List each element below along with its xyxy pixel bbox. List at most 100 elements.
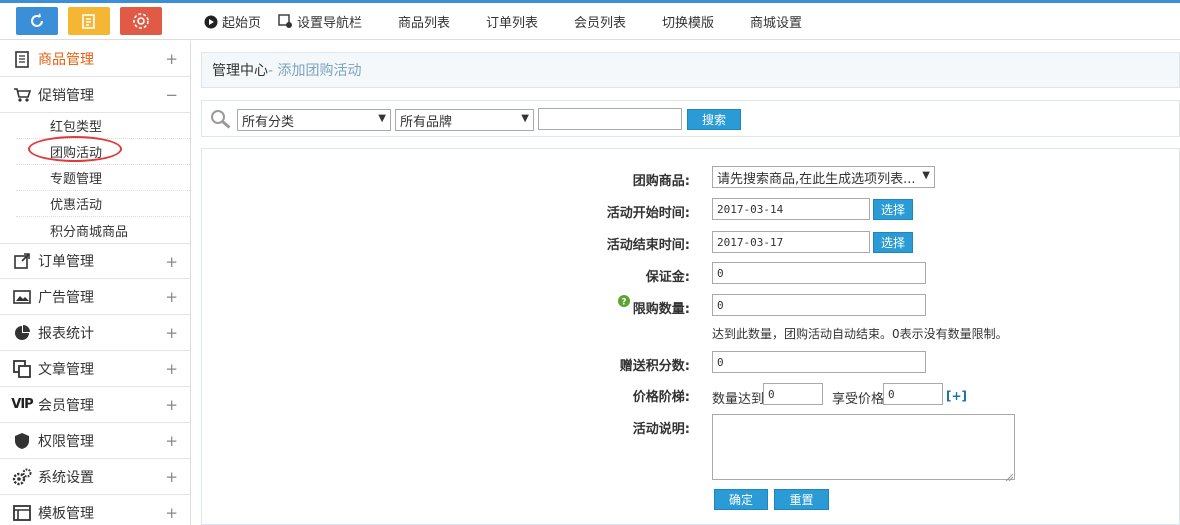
template-icon — [12, 503, 32, 523]
limit-input[interactable]: 0 — [712, 294, 926, 316]
qty-input[interactable]: 0 — [763, 383, 823, 405]
expand-icon[interactable]: + — [165, 504, 178, 522]
nav-goods-list[interactable]: 商品列表 — [398, 3, 486, 40]
sub-group-buy-label: 团购活动 — [50, 146, 103, 161]
nav-member-list[interactable]: 会员列表 — [574, 3, 662, 40]
expand-icon[interactable]: + — [165, 324, 178, 342]
sub-discount[interactable]: 优惠活动 — [16, 191, 190, 217]
menu-articles[interactable]: 文章管理 + — [0, 351, 190, 387]
end-time-input[interactable]: 2017-03-17 — [712, 231, 870, 253]
sub-topic-label: 专题管理 — [50, 172, 103, 187]
start-time-label: 活动开始时间: — [606, 206, 690, 221]
menu-promotion[interactable]: 促销管理 − — [0, 77, 190, 113]
menu-members[interactable]: VIP 会员管理 + — [0, 387, 190, 423]
goods-select[interactable]: 请先搜索商品,在此生成选项列表... ▼ — [712, 166, 935, 188]
search-icon — [210, 109, 232, 132]
sub-points-mall[interactable]: 积分商城商品 — [16, 217, 190, 243]
menu-articles-label: 文章管理 — [38, 361, 94, 378]
price-ladder-label: 价格阶梯: — [632, 390, 690, 405]
nav-shop-settings-label: 商城设置 — [750, 16, 803, 31]
menu-goods-label: 商品管理 — [38, 51, 94, 68]
goods-label: 团购商品: — [632, 174, 690, 189]
nav-home[interactable]: 起始页 — [204, 3, 278, 40]
qty-text: 数量达到 — [712, 392, 765, 407]
category-select[interactable]: 所有分类 ▼ — [237, 109, 391, 131]
sub-topic[interactable]: 专题管理 — [16, 165, 190, 191]
edit-note-icon — [82, 14, 95, 29]
top-nav: 起始页 设置导航栏 商品列表 订单列表 会员列表 切换模版 商城设置 — [204, 3, 838, 40]
notes-button[interactable] — [68, 7, 110, 35]
menu-promotion-label: 促销管理 — [38, 87, 94, 104]
menu-goods[interactable]: 商品管理 + — [0, 41, 190, 77]
menu-system-label: 系统设置 — [38, 469, 94, 486]
help-icon[interactable]: ? — [618, 295, 630, 310]
expand-icon[interactable]: + — [165, 288, 178, 306]
start-time-pick-button[interactable]: 选择 — [873, 199, 913, 220]
expand-icon[interactable]: + — [165, 396, 178, 414]
group-buy-form: 团购商品: 请先搜索商品,在此生成选项列表... ▼ 活动开始时间: 2017-… — [201, 148, 1180, 525]
expand-icon[interactable]: + — [165, 360, 178, 378]
menu-orders-label: 订单管理 — [38, 254, 94, 270]
page-title-main: 管理中心 — [212, 63, 268, 79]
nav-order-list[interactable]: 订单列表 — [486, 3, 574, 40]
menu-ads[interactable]: 广告管理 + — [0, 279, 190, 315]
collapse-icon[interactable]: − — [165, 86, 178, 104]
play-circle-icon — [204, 15, 218, 28]
nav-goods-list-label: 商品列表 — [398, 16, 451, 31]
menu-orders[interactable]: 订单管理 + — [0, 243, 190, 279]
dropdown-arrow-icon: ▼ — [922, 170, 930, 181]
resize-grip-icon[interactable] — [1005, 470, 1014, 484]
category-select-value: 所有分类 — [242, 114, 295, 130]
start-time-input[interactable]: 2017-03-14 — [712, 198, 870, 220]
search-bar: 所有分类 ▼ 所有品牌 ▼ 搜索 — [201, 100, 1180, 137]
sub-discount-label: 优惠活动 — [50, 198, 103, 213]
vip-glyph: VIP — [11, 397, 33, 412]
refresh-button[interactable] — [16, 7, 58, 35]
expand-icon[interactable]: + — [165, 468, 178, 486]
sub-group-buy[interactable]: 团购活动 — [16, 136, 190, 165]
expand-icon[interactable]: + — [165, 50, 178, 68]
expand-icon[interactable]: + — [165, 253, 178, 271]
brand-select[interactable]: 所有品牌 ▼ — [395, 109, 534, 131]
menu-templates-label: 模板管理 — [38, 505, 94, 522]
points-input[interactable]: 0 — [712, 351, 926, 373]
sidebar: 商品管理 + 促销管理 − 红包类型 团购活动 专题管理 优惠活动 积分商城商品… — [0, 41, 191, 525]
price-input[interactable]: 0 — [883, 383, 943, 405]
end-time-pick-button[interactable]: 选择 — [873, 232, 913, 253]
sub-red-packet-label: 红包类型 — [50, 120, 103, 135]
menu-system[interactable]: 系统设置 + — [0, 459, 190, 495]
nav-switch-template[interactable]: 切换模版 — [662, 3, 750, 40]
confirm-button[interactable]: 确定 — [714, 489, 768, 510]
points-label: 赠送积分数: — [619, 359, 690, 374]
dropdown-arrow-icon: ▼ — [378, 113, 386, 124]
settings-button[interactable] — [120, 7, 162, 35]
search-button[interactable]: 搜索 — [687, 109, 741, 130]
cart-icon — [12, 85, 32, 105]
expand-icon[interactable]: + — [165, 432, 178, 450]
add-tier-button[interactable]: [+] — [946, 389, 967, 403]
end-time-label: 活动结束时间: — [606, 238, 690, 253]
menu-reports[interactable]: 报表统计 + — [0, 315, 190, 351]
external-link-icon — [12, 251, 32, 271]
limit-label: 限购数量: — [632, 302, 690, 317]
svg-text:?: ? — [621, 298, 626, 308]
nav-home-label: 起始页 — [222, 16, 262, 31]
nav-shop-settings[interactable]: 商城设置 — [750, 3, 838, 40]
vip-icon: VIP — [11, 395, 33, 415]
deposit-label: 保证金: — [645, 270, 690, 285]
menu-permissions-label: 权限管理 — [38, 433, 94, 450]
sub-red-packet[interactable]: 红包类型 — [16, 113, 190, 139]
reset-button[interactable]: 重置 — [774, 489, 829, 510]
price-text: 享受价格 — [832, 392, 885, 407]
dropdown-arrow-icon: ▼ — [521, 113, 529, 124]
description-textarea[interactable] — [712, 414, 1015, 480]
deposit-input[interactable]: 0 — [712, 262, 926, 284]
keyword-input[interactable] — [538, 108, 682, 130]
menu-members-label: 会员管理 — [38, 397, 94, 414]
description-label: 活动说明: — [632, 422, 690, 437]
settings-square-icon — [278, 14, 292, 28]
menu-templates[interactable]: 模板管理 + — [0, 495, 190, 525]
nav-set-navbar[interactable]: 设置导航栏 — [278, 3, 398, 40]
top-bar: 起始页 设置导航栏 商品列表 订单列表 会员列表 切换模版 商城设置 — [0, 3, 1180, 40]
menu-permissions[interactable]: 权限管理 + — [0, 423, 190, 459]
